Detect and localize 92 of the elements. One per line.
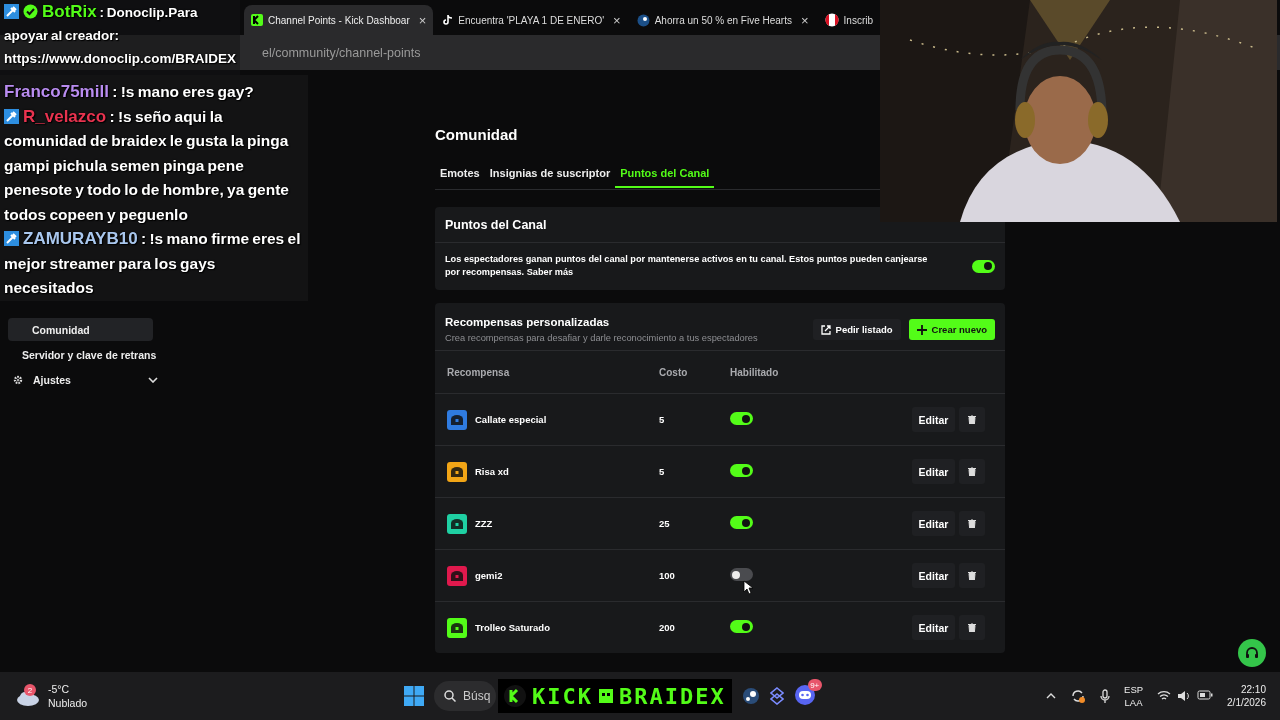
toggle-switch[interactable] [730, 412, 753, 425]
keyboard-layout-text[interactable]: LAA [1124, 697, 1143, 708]
card-title: Recompensas personalizadas [445, 316, 611, 328]
edit-button[interactable]: Editar [912, 459, 955, 484]
create-button[interactable]: Crear nuevo [908, 319, 995, 340]
reward-cost: 25 [659, 518, 671, 529]
reward-cost: 5 [659, 414, 666, 425]
reward-name: gemi2 [475, 570, 503, 581]
temperature-text: -5°C [48, 683, 71, 695]
headset-icon [1244, 645, 1260, 661]
close-icon[interactable]: × [801, 12, 809, 28]
card-subtitle: Crea recompensas para desafiar y darle reconocimiento a tus espectadores [445, 333, 759, 343]
cursor-icon [743, 580, 753, 595]
cloud-icon [16, 690, 40, 706]
browser-tab[interactable]: Channel Points - Kick Dashboar × [244, 5, 434, 35]
delete-button[interactable] [959, 407, 985, 432]
browser-tab[interactable]: Encuentra 'PLAYA 1 DE ENERO' × [435, 5, 628, 35]
toggle-switch[interactable] [730, 620, 753, 633]
wifi-icon[interactable] [1157, 690, 1172, 701]
chat-message: R_velazco : !s seño aqui la comunidad de braidex le gusta la pinga gampi pichula semen pinga pene penesote y todo lo de hombre, ya gente todos copeen y peguenlo [0, 104, 308, 227]
browser-tab[interactable]: Ahorra un 50 % en Five Hearts × [629, 5, 816, 35]
sync-icon[interactable] [1070, 688, 1087, 704]
tab[interactable]: Emotes [435, 164, 485, 188]
toggle-switch[interactable] [972, 259, 995, 273]
column-header: Costo [659, 366, 689, 378]
reward-name: Risa xd [475, 466, 509, 477]
diamond-icon[interactable] [769, 687, 784, 705]
trash-icon [968, 571, 976, 580]
kick-logo-icon [251, 14, 263, 26]
windows-logo-icon[interactable] [404, 686, 424, 706]
edit-button[interactable]: Editar [912, 511, 955, 536]
notification-badge: 9+ [807, 679, 822, 691]
stream-banner: KICK BRAIDEX [498, 679, 732, 713]
delete-button[interactable] [959, 459, 985, 484]
reward-cost: 5 [659, 466, 666, 477]
trash-icon [968, 467, 976, 476]
close-icon[interactable]: × [418, 12, 427, 28]
battery-icon[interactable] [1197, 690, 1214, 700]
sidebar-item[interactable]: Ajustes [8, 368, 158, 391]
search-field[interactable]: Búsq [434, 681, 496, 711]
toggle-switch[interactable] [730, 568, 753, 581]
address-field[interactable]: el/community/channel-points [262, 45, 421, 60]
page-title: Comunidad [435, 126, 519, 144]
reward-cost: 100 [659, 570, 676, 581]
chat-message: ZAMURAYB10 : !s mano firme eres el mejor streamer para los gays necesitados [0, 227, 308, 301]
trash-icon [968, 623, 976, 632]
edit-button[interactable]: Editar [912, 407, 955, 432]
delete-button[interactable] [959, 511, 985, 536]
support-button[interactable] [1238, 639, 1266, 667]
edit-button[interactable]: Editar [912, 615, 955, 640]
chevron-up-icon[interactable] [1046, 693, 1057, 699]
notification-badge: 2 [24, 684, 36, 696]
browser-tab[interactable]: Inscrib [817, 5, 881, 35]
settings-icon [13, 374, 23, 385]
flag-icon [824, 13, 839, 27]
sidebar-item[interactable]: Comunidad [8, 318, 153, 341]
chat-message: BotRix : Donoclip.Para apoyar al creador: https://www.donoclip.com/BRAIDEX [0, 0, 240, 75]
delete-button[interactable] [959, 563, 985, 588]
toggle-switch[interactable] [730, 516, 753, 529]
weather-text: Nublado [48, 697, 88, 709]
description-text: Los espectadores ganan puntos del canal por mantenerse activos en tu canal. Estos puntos pueden canjearse por recompensas. Saber más [445, 253, 929, 279]
steam-icon [636, 13, 650, 27]
search-icon [444, 690, 456, 702]
tab[interactable]: Insignias de suscriptor [484, 164, 616, 188]
column-header: Habilitado [730, 366, 780, 378]
date-text[interactable]: 2/1/2026 [1227, 697, 1266, 708]
note-icon [442, 14, 454, 26]
toggle-switch[interactable] [730, 464, 753, 477]
external-link-icon [820, 324, 831, 335]
trash-icon [968, 415, 976, 424]
reward-name: Trolleo Saturado [475, 622, 550, 633]
pixel-face-icon [599, 689, 613, 703]
plus-icon [916, 324, 927, 335]
column-header: Recompensa [447, 366, 511, 378]
request-list-button[interactable]: Pedir listado [812, 319, 901, 340]
reward-name: ZZZ [475, 518, 493, 529]
clock-text[interactable]: 22:10 [1240, 684, 1266, 695]
edit-button[interactable]: Editar [912, 563, 955, 588]
trash-icon [968, 519, 976, 528]
steam-icon[interactable] [741, 687, 760, 705]
reward-name: Callate especial [475, 414, 547, 425]
delete-button[interactable] [959, 615, 985, 640]
close-icon[interactable]: × [613, 12, 621, 28]
sidebar-item[interactable]: Servidor y clave de retrans [8, 343, 157, 366]
microphone-icon[interactable] [1100, 688, 1111, 704]
reward-cost: 200 [659, 622, 676, 633]
language-text[interactable]: ESP [1124, 684, 1144, 695]
tab[interactable]: Puntos del Canal [615, 164, 715, 188]
kick-logo-icon [504, 685, 526, 707]
chevron-down-icon [148, 376, 158, 383]
chat-message: Franco75mill : !s mano eres gay? [0, 75, 308, 105]
volume-icon[interactable] [1177, 690, 1192, 702]
